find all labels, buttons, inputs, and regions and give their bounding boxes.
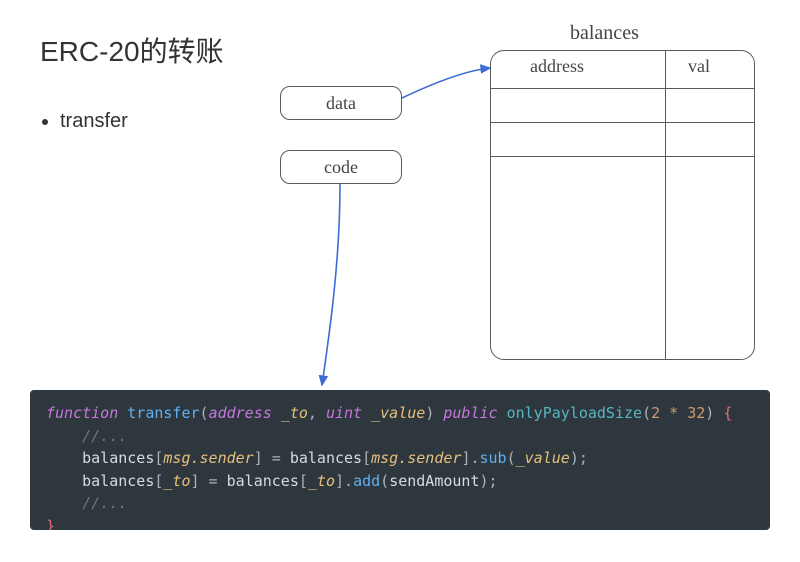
code-token: address <box>209 404 272 422</box>
table-hline-2 <box>490 122 755 123</box>
data-box: data <box>280 86 402 120</box>
bullet-list: transfer <box>40 110 128 139</box>
table-hline-3 <box>490 156 755 157</box>
code-token: msg.sender <box>371 449 461 467</box>
table-hline-1 <box>490 88 755 89</box>
code-token: balances <box>227 472 299 490</box>
code-token: _to <box>163 472 190 490</box>
code-token: _to <box>308 472 335 490</box>
code-token: balances <box>82 449 154 467</box>
bullet-item: transfer <box>60 110 128 133</box>
table-header-val: val <box>688 56 710 77</box>
code-token: onlyPayloadSize <box>507 404 642 422</box>
table-header-address: address <box>530 56 584 77</box>
code-token: sendAmount <box>389 472 479 490</box>
table-vline <box>665 50 666 360</box>
code-token: balances <box>290 449 362 467</box>
code-token: //... <box>82 427 127 445</box>
slide: ERC-20的转账 transfer data code balances ad… <box>0 0 800 562</box>
code-token: function <box>46 404 118 422</box>
code-token: sub <box>480 449 507 467</box>
code-token: _value <box>516 449 570 467</box>
page-title: ERC-20的转账 <box>40 30 224 70</box>
code-token: msg.sender <box>163 449 253 467</box>
code-block: function transfer(address _to, uint _val… <box>30 390 770 530</box>
table-outline <box>490 50 755 360</box>
code-token: _to <box>281 404 308 422</box>
code-token: //... <box>82 494 127 512</box>
table-caption: balances <box>570 22 639 45</box>
code-token: public <box>443 404 497 422</box>
code-token: uint <box>326 404 362 422</box>
code-token: transfer <box>127 404 199 422</box>
code-token: balances <box>82 472 154 490</box>
code-token: 2 * 32 <box>651 404 705 422</box>
balances-table: balances address val <box>490 50 755 360</box>
code-token: add <box>353 472 380 490</box>
code-box: code <box>280 150 402 184</box>
code-token: _value <box>371 404 425 422</box>
